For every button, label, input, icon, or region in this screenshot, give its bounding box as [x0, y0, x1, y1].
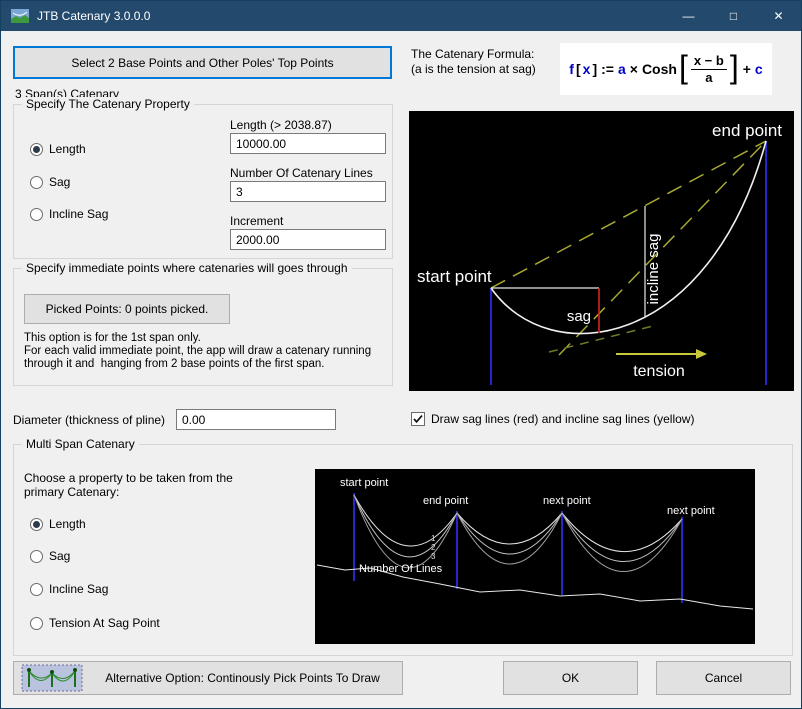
immediate-note-line3: through it and hanging from 2 base point…: [24, 358, 325, 370]
radio-sag-circle: [30, 175, 43, 189]
formula-big-open-bracket: [: [678, 49, 688, 85]
multi-span-group: Multi Span Catenary Choose a property to…: [13, 437, 793, 656]
multi-radio-sag[interactable]: Sag: [30, 549, 70, 563]
immediate-note-line1: This option is for the 1st span only.: [24, 332, 201, 344]
formula-open-bracket: [: [575, 61, 581, 77]
alternative-option-label: Alternative Option: Continously Pick Poi…: [105, 671, 380, 685]
radio-sag-label: Sag: [49, 175, 71, 189]
line-number-1: 1: [431, 534, 436, 543]
picked-points-button[interactable]: Picked Points: 0 points picked.: [24, 294, 230, 324]
minimize-button[interactable]: —: [666, 1, 711, 31]
cancel-button[interactable]: Cancel: [656, 661, 791, 695]
catenary-preview-icon: [21, 664, 83, 692]
radio-incline-sag-circle: [30, 207, 43, 221]
window-controls: — □ ✕: [666, 1, 801, 31]
radio-incline-sag[interactable]: Incline Sag: [30, 207, 108, 221]
radio-incline-sag-label: Incline Sag: [49, 207, 109, 221]
multi-span-group-title: Multi Span Catenary: [22, 437, 139, 451]
end-point-label: end point: [712, 121, 782, 140]
diameter-label: Diameter (thickness of pline): [13, 413, 166, 427]
window-title: JTB Catenary 3.0.0.0: [37, 9, 151, 23]
select-base-points-button[interactable]: Select 2 Base Points and Other Poles' To…: [13, 46, 392, 79]
checkbox-box: [411, 412, 425, 426]
jtb-catenary-window: JTB Catenary 3.0.0.0 — □ ✕ Select 2 Base…: [0, 0, 802, 709]
multi-end-point-label: end point: [423, 495, 468, 507]
line-number-2: 2: [431, 543, 436, 552]
multi-next-point-1-label: next point: [543, 495, 591, 507]
radio-length-circle: [30, 142, 43, 156]
diameter-input[interactable]: [176, 409, 336, 430]
formula-a: a: [617, 61, 626, 77]
radio-sag[interactable]: Sag: [30, 175, 70, 189]
multi-radio-length[interactable]: Length: [30, 517, 86, 531]
immediate-note-line2: For each valid immediate point, the app …: [24, 345, 372, 357]
multi-caption-line1: Choose a property to be taken from the: [24, 471, 233, 485]
formula-c: c: [754, 61, 763, 77]
formula-x: x: [582, 61, 591, 77]
start-point-label: start point: [417, 267, 492, 286]
formula-denominator: a: [705, 69, 713, 85]
formula-caption-line2: (a is the tension at sag): [411, 61, 536, 76]
length-field-label: Length (> 2038.87): [230, 118, 332, 132]
formula-caption-line1: The Catenary Formula:: [411, 47, 535, 61]
single-span-diagram-image: start point end point sag incline sag te…: [409, 111, 794, 391]
multi-caption-line2: primary Catenary:: [24, 485, 120, 499]
check-icon: [413, 415, 423, 424]
multi-next-point-2-label: next point: [667, 505, 715, 517]
number-of-lines-label: Number Of Lines: [359, 563, 443, 575]
multi-radio-length-circle: [30, 517, 43, 531]
multi-radio-tension[interactable]: Tension At Sag Point: [30, 616, 160, 630]
formula-plus: +: [742, 61, 751, 77]
maximize-button[interactable]: □: [711, 1, 756, 31]
lines-count-field-label: Number Of Catenary Lines: [230, 166, 373, 180]
formula-caption: The Catenary Formula: (a is the tension …: [411, 47, 536, 76]
catenary-property-group-title: Specify The Catenary Property: [22, 97, 194, 111]
checkbox-label: Draw sag lines (red) and incline sag lin…: [431, 412, 695, 426]
line-number-3: 3: [431, 552, 436, 561]
formula-big-close-bracket: ]: [729, 49, 739, 85]
sag-label: sag: [567, 308, 591, 325]
app-icon: [11, 9, 29, 23]
multi-radio-tension-label: Tension At Sag Point: [49, 616, 160, 630]
formula-cosh: Cosh: [641, 61, 677, 77]
formula-close-bracket: ]: [592, 61, 598, 77]
immediate-points-group: Specify immediate points where catenarie…: [13, 261, 393, 386]
multi-span-diagram-image: start point end point next point next po…: [315, 469, 755, 644]
catenary-property-group: Specify The Catenary Property Length Sag…: [13, 97, 393, 259]
multi-radio-tension-circle: [30, 616, 43, 630]
catenary-formula: f[x] := a × Cosh [ x − b a ] + c: [560, 43, 772, 95]
draw-sag-lines-checkbox[interactable]: Draw sag lines (red) and incline sag lin…: [411, 412, 694, 426]
increment-input[interactable]: [230, 229, 386, 250]
formula-f: f: [569, 61, 574, 77]
radio-length-label: Length: [49, 142, 86, 156]
formula-fraction: x − b a: [690, 53, 727, 85]
multi-radio-sag-label: Sag: [49, 549, 71, 563]
close-button[interactable]: ✕: [756, 1, 801, 31]
immediate-points-group-title: Specify immediate points where catenarie…: [22, 261, 352, 275]
formula-numerator: x − b: [690, 53, 727, 70]
titlebar[interactable]: JTB Catenary 3.0.0.0 — □ ✕: [1, 1, 801, 31]
length-input[interactable]: [230, 133, 386, 154]
formula-times: ×: [629, 61, 638, 77]
multi-start-point-label: start point: [340, 477, 388, 489]
alternative-option-button[interactable]: Alternative Option: Continously Pick Poi…: [13, 661, 403, 695]
ok-button[interactable]: OK: [503, 661, 638, 695]
multi-radio-incline-sag-label: Incline Sag: [49, 582, 109, 596]
multi-radio-incline-sag-circle: [30, 582, 43, 596]
lines-count-input[interactable]: [230, 181, 386, 202]
incline-sag-label: incline sag: [645, 234, 662, 305]
increment-field-label: Increment: [230, 214, 284, 228]
multi-radio-incline-sag[interactable]: Incline Sag: [30, 582, 108, 596]
radio-length[interactable]: Length: [30, 142, 86, 156]
multi-radio-sag-circle: [30, 549, 43, 563]
formula-assign: :=: [601, 61, 614, 77]
tension-label: tension: [633, 363, 685, 380]
multi-radio-length-label: Length: [49, 517, 86, 531]
